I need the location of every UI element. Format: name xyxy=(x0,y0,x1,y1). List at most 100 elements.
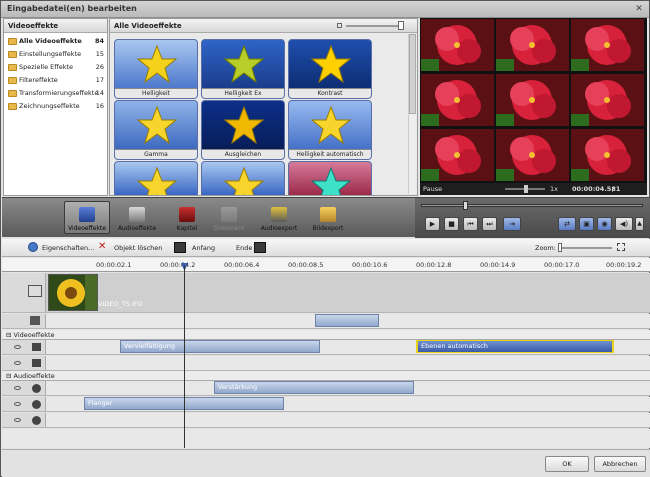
ruler-label: 00:00:14.9 xyxy=(480,261,516,269)
star-icon xyxy=(137,105,177,145)
delete-object-button[interactable]: Objekt löschen xyxy=(114,244,162,252)
video-track-header xyxy=(2,273,46,312)
star-icon xyxy=(137,44,177,84)
audio-effects-button[interactable]: Audioeffekte xyxy=(114,201,160,234)
effect-tile[interactable]: Kontrast xyxy=(288,39,372,99)
timeline-empty-area xyxy=(2,429,650,448)
video-preview xyxy=(420,18,647,183)
start-button[interactable]: Anfang xyxy=(192,244,215,252)
audio-effect-clip[interactable]: Verstärkung xyxy=(214,381,414,394)
audio-export-button[interactable]: Audioexport xyxy=(256,201,302,234)
previous-frame-button[interactable]: ⏮ xyxy=(463,217,478,231)
preview-frame xyxy=(571,19,644,71)
effects-scrollbar[interactable] xyxy=(408,34,416,194)
volume-button[interactable]: ◀) xyxy=(615,217,633,231)
dialog-window: Eingabedatei(en) bearbeiten ✕ Videoeffek… xyxy=(0,0,650,477)
effect-tile[interactable] xyxy=(114,161,198,195)
video-track: VIDEO_TS.IFO xyxy=(2,273,650,313)
properties-icon xyxy=(28,242,38,252)
effect-tile[interactable]: Ausgleichen xyxy=(201,100,285,160)
time-ruler[interactable]: 00:00:02.1 00:00:04.2 00:00:06.4 00:00:0… xyxy=(2,258,650,272)
effects-header: Alle Videoeffekte xyxy=(110,19,417,33)
effect-clip-selected[interactable]: Ebenen automatisch xyxy=(416,340,614,353)
size-slider-handle[interactable] xyxy=(398,21,404,30)
folder-icon xyxy=(8,77,17,84)
speed-slider-handle[interactable] xyxy=(524,185,528,193)
chapter-icon xyxy=(179,207,195,222)
stop-button[interactable]: ■ xyxy=(444,217,459,231)
star-icon xyxy=(137,166,177,195)
category-special[interactable]: Spezielle Effekte 26 xyxy=(5,62,107,73)
video-clip-name: VIDEO_TS.IFO xyxy=(98,300,143,308)
size-slider[interactable] xyxy=(346,25,402,27)
star-icon xyxy=(224,105,264,145)
video-thumbnail[interactable] xyxy=(48,274,98,311)
preview-frame xyxy=(496,74,569,126)
eye-icon[interactable] xyxy=(14,345,21,349)
category-settings[interactable]: Einstellungseffekte 15 xyxy=(5,49,107,60)
ok-button[interactable]: OK xyxy=(545,456,589,472)
star-icon xyxy=(311,44,351,84)
eye-icon[interactable] xyxy=(14,361,21,365)
preview-frame xyxy=(496,129,569,181)
film-icon xyxy=(28,285,42,297)
end-button[interactable]: Ende xyxy=(236,244,252,252)
effect-tile[interactable]: Helligkeit Ex xyxy=(201,39,285,99)
fullscreen-button[interactable]: ▣ xyxy=(579,217,594,231)
frame-step-button[interactable]: ⇥ xyxy=(503,217,521,231)
film-star-icon xyxy=(79,207,95,222)
zoom-slider[interactable] xyxy=(558,247,612,249)
audio-effects-section[interactable]: ⊟ Audioeffekte xyxy=(2,371,650,381)
document-button[interactable]: Dokument xyxy=(208,201,250,234)
play-button[interactable]: ▶ xyxy=(425,217,440,231)
next-frame-button[interactable]: ⏭ xyxy=(482,217,497,231)
category-all[interactable]: Alle Videoeffekte 84 xyxy=(5,36,107,47)
small-size-icon[interactable] xyxy=(337,23,342,28)
category-header: Videoeffekte xyxy=(4,19,107,33)
title-bar: Eingabedatei(en) bearbeiten ✕ xyxy=(1,1,649,18)
eye-icon[interactable] xyxy=(14,386,21,390)
window-title: Eingabedatei(en) bearbeiten xyxy=(7,4,137,13)
star-icon xyxy=(224,166,264,195)
effect-clip[interactable]: Vervielfältigung xyxy=(120,340,320,353)
player-controls: ▶ ■ ⏮ ⏭ ⇥ ⇄ ▣ ◉ ◀) ▲ xyxy=(415,198,650,238)
volume-menu-button[interactable]: ▲ xyxy=(635,217,644,231)
effect-tile[interactable]: Gamma xyxy=(114,100,198,160)
folder-icon xyxy=(8,90,17,97)
player-state: Pause xyxy=(423,185,443,193)
zoom-slider-handle[interactable] xyxy=(558,243,562,252)
eye-icon[interactable] xyxy=(14,402,21,406)
video-effect-track xyxy=(2,356,650,371)
effect-icon xyxy=(32,359,41,367)
fit-zoom-icon[interactable] xyxy=(617,243,625,251)
eye-icon[interactable] xyxy=(14,418,21,422)
speaker-icon xyxy=(129,207,145,222)
chapter-clip[interactable] xyxy=(315,314,379,327)
ruler-label: 00:00:08.5 xyxy=(288,261,324,269)
category-drawing[interactable]: Zeichnungseffekte 16 xyxy=(5,101,107,112)
effect-tile[interactable]: Helligkeit automatisch xyxy=(288,100,372,160)
video-effects-button[interactable]: Videoeffekte xyxy=(64,201,110,234)
image-export-icon xyxy=(320,207,336,222)
image-export-button[interactable]: Bildexport xyxy=(308,201,348,234)
star-icon xyxy=(311,105,351,145)
category-transform[interactable]: Transformierungseffekte 14 xyxy=(5,88,107,99)
seek-bar[interactable] xyxy=(421,204,643,207)
category-filter[interactable]: Filtereffekte 17 xyxy=(5,75,107,86)
chapter-track-icon xyxy=(30,316,40,325)
close-icon[interactable]: ✕ xyxy=(633,3,645,15)
cancel-button[interactable]: Abbrechen xyxy=(594,456,646,472)
audio-export-icon xyxy=(271,207,287,222)
category-panel: Videoeffekte Alle Videoeffekte 84 Einstel… xyxy=(3,18,108,196)
effect-tile[interactable] xyxy=(288,161,372,195)
video-effects-section[interactable]: ⊟ Videoeffekte xyxy=(2,330,650,340)
properties-button[interactable]: Eigenschaften... xyxy=(42,244,94,252)
ruler-label: 00:00:04.2 xyxy=(160,261,196,269)
effect-tile[interactable] xyxy=(201,161,285,195)
effect-tile[interactable]: Helligkeit xyxy=(114,39,198,99)
snapshot-button[interactable]: ◉ xyxy=(597,217,612,231)
crop-button[interactable]: ⇄ xyxy=(558,217,576,231)
chapter-button[interactable]: Kapitel xyxy=(170,201,204,234)
seek-handle[interactable] xyxy=(463,201,468,210)
preview-frame xyxy=(571,129,644,181)
